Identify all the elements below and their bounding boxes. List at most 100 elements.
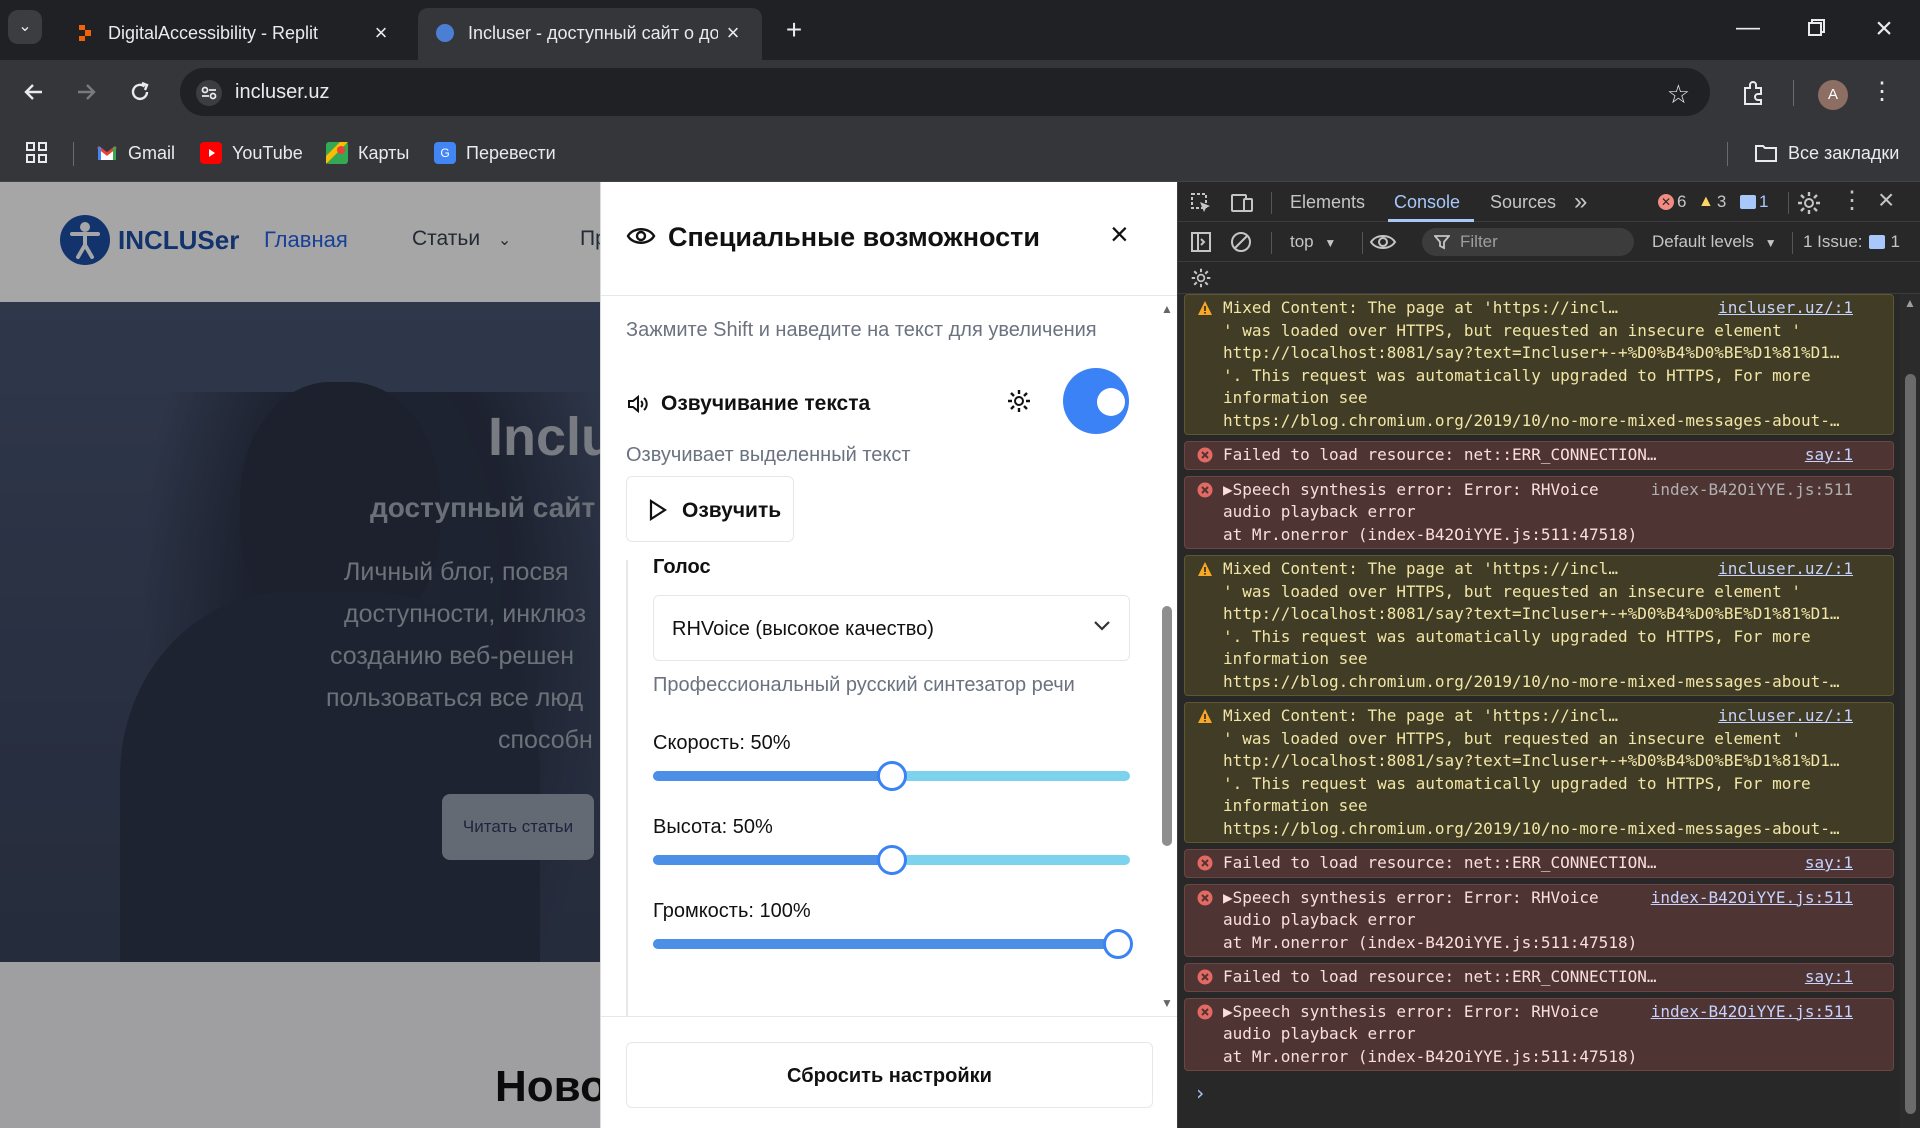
devtools-menu-icon[interactable]: ⋮: [1840, 186, 1864, 215]
bookmark-gmail[interactable]: Gmail: [96, 138, 175, 168]
more-tabs-icon[interactable]: »: [1574, 188, 1587, 216]
console-error-message[interactable]: say:1 Failed to load resource: net::ERR_C…: [1184, 441, 1894, 470]
scrollbar-thumb[interactable]: [1162, 606, 1172, 846]
console-source-link[interactable]: index-B42OiYYE.js:511: [1651, 887, 1853, 910]
site-info-icon[interactable]: [196, 80, 222, 106]
slider-fill: [653, 939, 1130, 949]
bookmark-translate[interactable]: G Перевести: [434, 138, 556, 168]
address-bar[interactable]: incluser.uz ☆: [180, 68, 1710, 116]
scroll-up-icon[interactable]: ▲: [1904, 296, 1916, 310]
scrollbar-thumb[interactable]: [1905, 374, 1916, 1114]
bookmark-maps[interactable]: Карты: [326, 138, 409, 168]
console-warning-message[interactable]: incluser.uz/:1 Mixed Content: The page at…: [1184, 294, 1894, 435]
device-toolbar-icon[interactable]: [1230, 192, 1254, 214]
back-button[interactable]: [16, 74, 52, 110]
tts-toggle[interactable]: [1063, 368, 1129, 434]
devtools-settings-icon[interactable]: [1796, 190, 1822, 216]
console-error-message[interactable]: say:1 Failed to load resource: net::ERR_C…: [1184, 963, 1894, 992]
scroll-down-icon[interactable]: ▼: [1161, 996, 1173, 1010]
speak-button[interactable]: Озвучить: [626, 476, 794, 542]
log-levels-dropdown[interactable]: Default levels ▼: [1652, 232, 1777, 252]
console-error-message[interactable]: index-B42OiYYE.js:511 ▶Speech synthesis e…: [1184, 475, 1894, 549]
tab-incluser[interactable]: Incluser - доступный сайт о до ×: [418, 8, 762, 60]
console-warning-message[interactable]: incluser.uz/:1 Mixed Content: The page at…: [1184, 702, 1894, 843]
console-error-message[interactable]: say:1 Failed to load resource: net::ERR_C…: [1184, 849, 1894, 878]
reset-settings-button[interactable]: Сбросить настройки: [626, 1042, 1153, 1108]
console-prompt[interactable]: ›: [1194, 1081, 1900, 1105]
volume-slider[interactable]: [653, 929, 1133, 959]
context-selector[interactable]: top ▼: [1290, 232, 1336, 252]
close-tab-icon[interactable]: ×: [722, 22, 744, 44]
bookmark-label: YouTube: [232, 142, 303, 163]
filter-input[interactable]: Filter: [1422, 228, 1634, 256]
slider-thumb[interactable]: [1103, 929, 1133, 959]
console-source-link[interactable]: say:1: [1805, 966, 1853, 989]
tab-sources[interactable]: Sources: [1490, 192, 1556, 213]
slider-fill: [653, 855, 892, 865]
console-source-link[interactable]: incluser.uz/:1: [1718, 297, 1853, 320]
close-icon[interactable]: ×: [1110, 216, 1129, 253]
scroll-up-icon[interactable]: ▲: [1161, 302, 1173, 316]
error-count-badge[interactable]: ✕ 6: [1658, 192, 1686, 212]
tab-search-button[interactable]: ⌄: [8, 10, 42, 44]
console-toolbar: top ▼ Filter Default levels ▼ 1 Issue: 1: [1178, 222, 1920, 262]
close-devtools-icon[interactable]: ×: [1878, 184, 1894, 216]
modal-backdrop[interactable]: [0, 182, 600, 1128]
apps-icon[interactable]: [26, 142, 48, 164]
restore-button[interactable]: [1798, 14, 1834, 44]
all-bookmarks-button[interactable]: Все закладки: [1754, 138, 1899, 168]
tab-title: DigitalAccessibility - Replit: [108, 23, 319, 43]
close-tab-icon[interactable]: ×: [370, 22, 392, 44]
console-scrollbar[interactable]: ▲: [1900, 294, 1920, 1128]
tab-console[interactable]: Console: [1394, 192, 1460, 213]
console-source-link[interactable]: index-B42OiYYE.js:511: [1651, 479, 1853, 502]
message-icon: [1740, 195, 1756, 209]
reload-button[interactable]: [122, 74, 158, 110]
extensions-button[interactable]: [1736, 76, 1770, 110]
profile-avatar[interactable]: A: [1818, 80, 1848, 110]
browser-menu-button[interactable]: ⋮: [1870, 76, 1894, 110]
console-message-line: Mixed Content: The page at 'https://incl…: [1223, 706, 1618, 725]
info-count-badge[interactable]: 1: [1740, 192, 1768, 212]
chevron-down-icon: ⌄: [18, 18, 32, 35]
forward-button[interactable]: [68, 74, 104, 110]
slider-thumb[interactable]: [876, 845, 907, 875]
console-source-link[interactable]: say:1: [1805, 852, 1853, 875]
tab-replit[interactable]: DigitalAccessibility - Replit ×: [58, 8, 410, 60]
minimize-button[interactable]: —: [1730, 14, 1766, 44]
console-settings-icon[interactable]: [1190, 267, 1212, 289]
tts-settings-icon[interactable]: [1006, 388, 1032, 414]
console-error-message[interactable]: index-B42OiYYE.js:511 ▶Speech synthesis e…: [1184, 883, 1894, 957]
console-source-link[interactable]: index-B42OiYYE.js:511: [1651, 1001, 1853, 1024]
bookmark-youtube[interactable]: YouTube: [200, 138, 303, 168]
warning-count-badge[interactable]: ▲ 3: [1698, 192, 1726, 212]
all-bookmarks-label: Все закладки: [1788, 142, 1900, 163]
console-message-line: https://blog.chromium.org/2019/10/no-mor…: [1223, 818, 1840, 838]
pitch-slider[interactable]: [653, 845, 1130, 875]
log-levels-value: Default levels: [1652, 232, 1755, 251]
console-source-link[interactable]: say:1: [1805, 444, 1853, 467]
bookmark-star-icon[interactable]: ☆: [1667, 79, 1690, 110]
new-tab-button[interactable]: +: [776, 14, 812, 50]
clear-console-icon[interactable]: [1230, 231, 1252, 253]
slider-thumb[interactable]: [876, 761, 907, 791]
tab-strip: ⌄ DigitalAccessibility - Replit × Inclus…: [0, 0, 1920, 60]
inspect-element-icon[interactable]: [1190, 192, 1212, 214]
console-source-link[interactable]: incluser.uz/:1: [1718, 705, 1853, 728]
live-expression-icon[interactable]: [1368, 231, 1398, 253]
console-error-message[interactable]: index-B42OiYYE.js:511 ▶Speech synthesis e…: [1184, 997, 1894, 1071]
console-warning-message[interactable]: incluser.uz/:1 Mixed Content: The page at…: [1184, 555, 1894, 696]
panel-scrollbar[interactable]: ▲ ▼: [1157, 296, 1177, 1016]
speed-slider[interactable]: [653, 761, 1130, 791]
tab-elements[interactable]: Elements: [1290, 192, 1365, 213]
bookmark-label: Карты: [358, 142, 410, 163]
console-source-link[interactable]: incluser.uz/:1: [1718, 558, 1853, 581]
voice-select[interactable]: RHVoice (высокое качество): [653, 595, 1130, 661]
incluser-favicon-icon: [436, 24, 454, 42]
close-window-button[interactable]: ×: [1866, 12, 1902, 45]
reset-label: Сбросить настройки: [787, 1065, 992, 1087]
sidebar-toggle-icon[interactable]: [1190, 231, 1212, 253]
issues-button[interactable]: 1 Issue: 1: [1803, 232, 1900, 252]
issues-count: 1: [1890, 232, 1901, 251]
console-message-line: audio playback error: [1223, 1024, 1416, 1043]
